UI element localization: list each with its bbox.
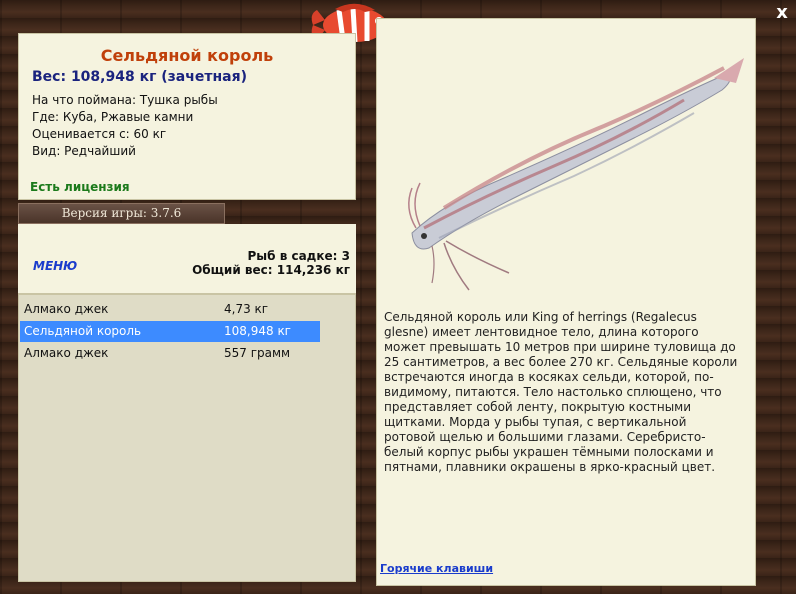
value-info: Оценивается с: 60 кг bbox=[32, 127, 167, 141]
keepnet-row-name: Алмако джек bbox=[24, 346, 109, 360]
license-status: Есть лицензия bbox=[30, 180, 130, 194]
fish-detail-panel: Сельдяной король или King of herrings (R… bbox=[376, 18, 756, 586]
keepnet-row-name: Сельдяной король bbox=[24, 324, 142, 338]
rarity-info: Вид: Редчайший bbox=[32, 144, 136, 158]
close-icon: x bbox=[776, 2, 788, 23]
fish-info-panel: Сельдяной король Вес: 108,948 кг (зачетн… bbox=[18, 33, 356, 200]
keepnet-row[interactable]: Алмако джек 557 грамм bbox=[20, 343, 320, 364]
keepnet-row-selected[interactable]: Сельдяной король 108,948 кг bbox=[20, 321, 320, 342]
keepnet-row-weight: 4,73 кг bbox=[224, 302, 269, 316]
hotkeys-link[interactable]: Горячие клавиши bbox=[380, 562, 493, 575]
fish-title: Сельдяной король bbox=[100, 46, 274, 65]
bait-info: На что поймана: Тушка рыбы bbox=[32, 93, 218, 107]
keepnet-header: МЕНЮ Рыб в садке: 3 Общий вес: 114,236 к… bbox=[18, 224, 356, 295]
location-info: Где: Куба, Ржавые камни bbox=[32, 110, 194, 124]
fish-description: Сельдяной король или King of herrings (R… bbox=[384, 310, 738, 474]
keepnet-count: Рыб в садке: 3 bbox=[247, 249, 351, 263]
keepnet-row[interactable]: Алмако джек 4,73 кг bbox=[20, 299, 320, 320]
keepnet-row-weight: 108,948 кг bbox=[224, 324, 291, 338]
version-banner: Версия игры: 3.7.6 bbox=[18, 203, 225, 224]
keepnet-row-name: Алмако джек bbox=[24, 302, 109, 316]
keepnet-panel: МЕНЮ Рыб в садке: 3 Общий вес: 114,236 к… bbox=[18, 224, 356, 582]
keepnet-total-weight: Общий вес: 114,236 кг bbox=[192, 263, 350, 277]
close-button[interactable]: x bbox=[773, 3, 791, 23]
oarfish-illustration bbox=[408, 58, 744, 291]
fish-weight: Вес: 108,948 кг (зачетная) bbox=[32, 69, 247, 85]
menu-button[interactable]: МЕНЮ bbox=[33, 259, 77, 273]
keepnet-row-weight: 557 грамм bbox=[224, 346, 291, 360]
